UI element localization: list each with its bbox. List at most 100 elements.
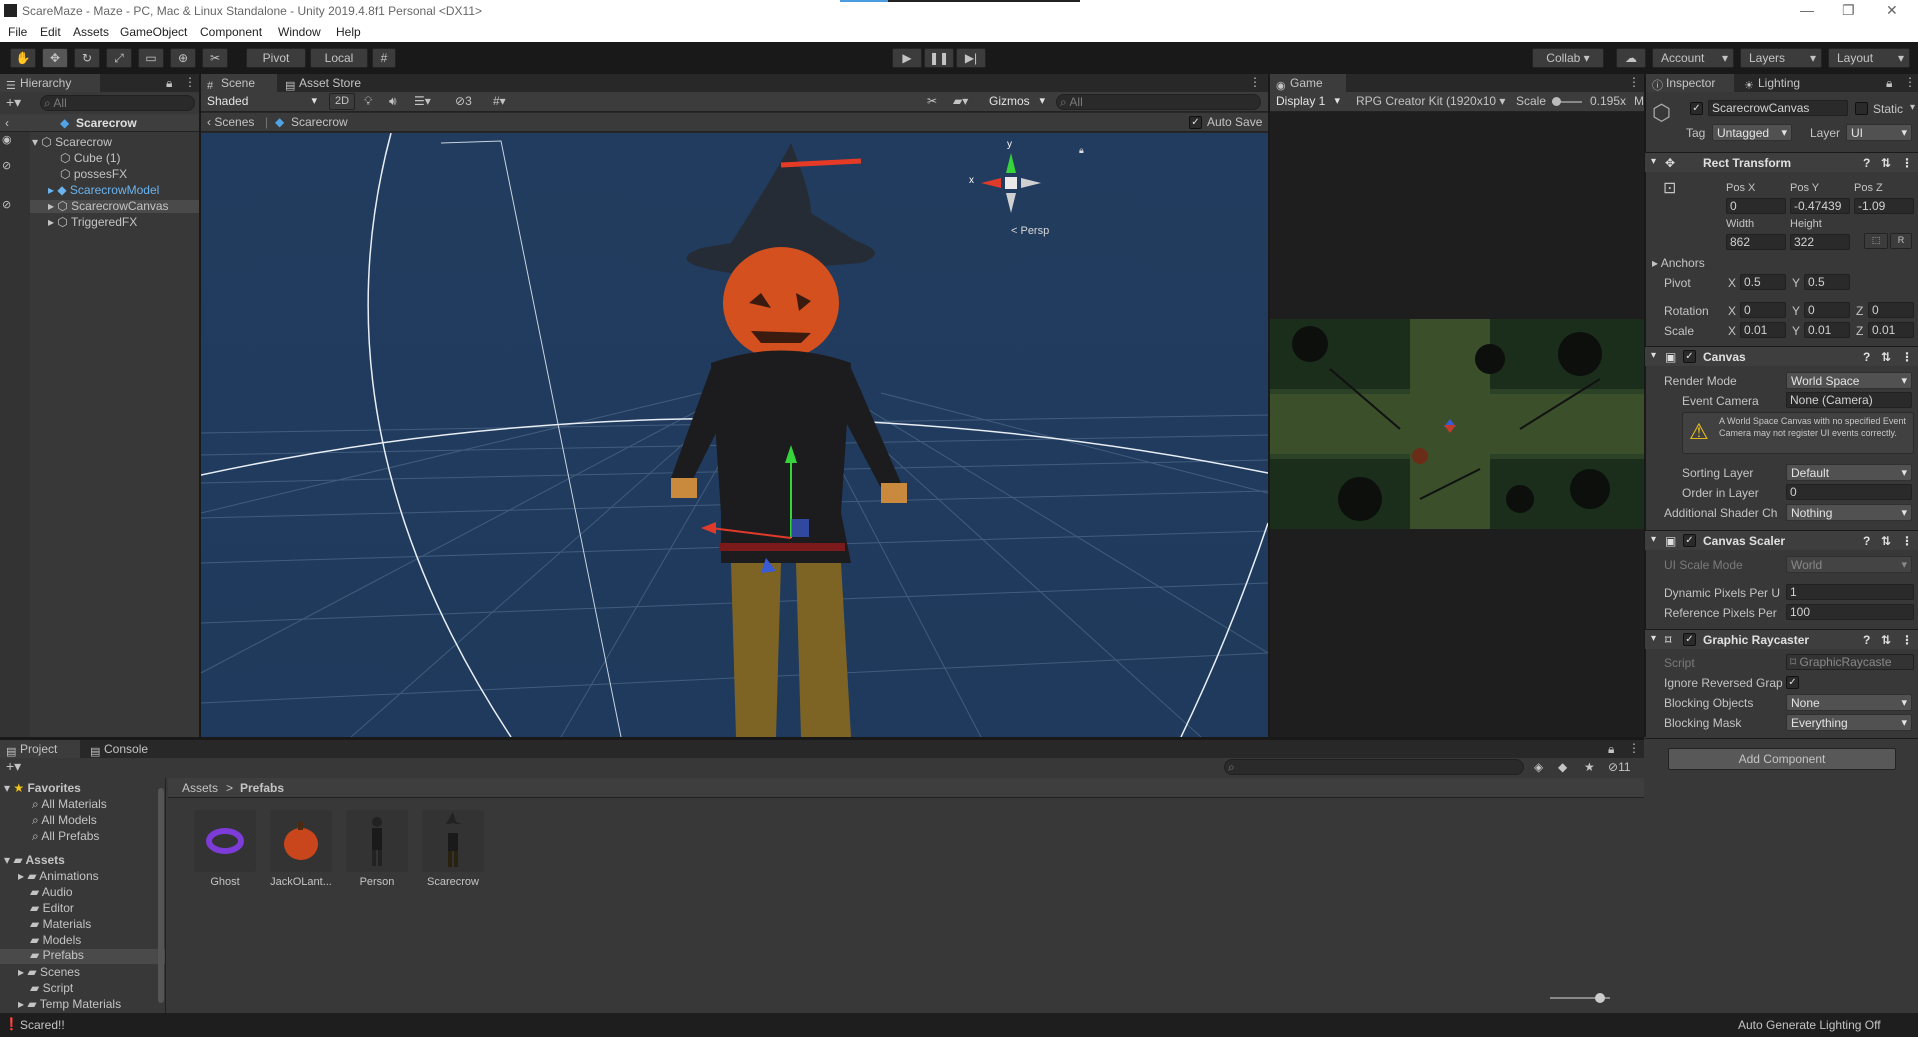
object-name-field[interactable]: ScarecrowCanvas xyxy=(1708,100,1848,116)
snap-icon[interactable]: # xyxy=(372,48,396,68)
search-by-type-icon[interactable]: ◈ xyxy=(1534,760,1543,774)
custom-tool-icon[interactable]: ✂ xyxy=(202,48,228,68)
add-component-button[interactable]: Add Component xyxy=(1668,748,1896,770)
pos-y-field[interactable]: -0.47439 xyxy=(1790,198,1850,214)
assets-header[interactable]: ▾ ▰ Assets xyxy=(4,854,65,867)
asset-item[interactable]: Ghost xyxy=(194,810,256,888)
dynamic-pixels-field[interactable]: 1 xyxy=(1786,584,1914,600)
folder-item[interactable]: ▰ Materials xyxy=(30,918,91,931)
transform-tool-icon[interactable]: ⊕ xyxy=(170,48,196,68)
menu-component[interactable]: Component xyxy=(200,25,262,39)
preset-icon[interactable]: ⇅ xyxy=(1881,350,1891,364)
rotation-x-field[interactable]: 0 xyxy=(1740,302,1786,318)
tab-console[interactable]: ▤ Console xyxy=(84,740,168,758)
move-tool-icon[interactable]: ✥ xyxy=(42,48,68,68)
favorite-item[interactable]: ⌕ All Models xyxy=(32,814,97,827)
search-by-label-icon[interactable]: ◆ xyxy=(1558,760,1567,774)
rotation-y-field[interactable]: 0 xyxy=(1804,302,1850,318)
account-dropdown[interactable]: Account ▾ xyxy=(1652,48,1734,68)
shading-dropdown[interactable]: Shaded xyxy=(203,93,321,110)
add-asset-icon[interactable]: +▾ xyxy=(6,758,21,775)
tab-project[interactable]: ▤ Project xyxy=(0,740,80,758)
sorting-layer-dropdown[interactable]: Default xyxy=(1786,464,1912,481)
menu-edit[interactable]: Edit xyxy=(40,25,61,39)
gizmos-dropdown[interactable]: Gizmos xyxy=(985,93,1049,110)
lock-icon[interactable]: 🔒︎ xyxy=(1608,742,1614,757)
asset-item[interactable]: Person xyxy=(346,810,408,888)
hidden-packages-icon[interactable]: ⊘11 xyxy=(1608,760,1631,774)
reference-pixels-field[interactable]: 100 xyxy=(1786,604,1914,620)
display-dropdown[interactable]: Display 1 xyxy=(1272,93,1344,110)
audio-icon[interactable]: 🔊︎ xyxy=(389,94,397,109)
tree-item[interactable]: ⬡ Cube (1) xyxy=(60,152,199,165)
hidden-objects-icon[interactable]: ⊘3 xyxy=(455,94,472,108)
raycaster-enabled-checkbox[interactable]: ✓ xyxy=(1683,633,1696,646)
preset-icon[interactable]: ⇅ xyxy=(1881,534,1891,548)
favorites-header[interactable]: ▾ ★ Favorites xyxy=(4,782,81,795)
anchors-row[interactable]: ▸ Anchors xyxy=(1652,256,1705,270)
folder-item[interactable]: ▸ ▰ Scenes xyxy=(18,966,80,979)
thumbnail-size-handle[interactable] xyxy=(1595,993,1605,1003)
layer-dropdown[interactable]: UI xyxy=(1846,124,1912,141)
scale-y-field[interactable]: 0.01 xyxy=(1804,322,1850,338)
scale-z-field[interactable]: 0.01 xyxy=(1868,322,1914,338)
maximize-icon[interactable]: ❐ xyxy=(1842,2,1855,19)
tools-icon[interactable]: ✂ xyxy=(927,94,937,108)
folder-item[interactable]: ▰ Audio xyxy=(30,886,73,899)
breadcrumb-assets[interactable]: Assets xyxy=(182,781,218,795)
more-icon[interactable]: ⋮ xyxy=(1904,75,1916,89)
tab-game[interactable]: ◉ Game xyxy=(1270,74,1346,92)
raw-edit-button[interactable]: R xyxy=(1890,233,1912,249)
folder-item[interactable]: ▰ Models xyxy=(30,934,81,947)
favorite-item[interactable]: ⌕ All Materials xyxy=(32,798,107,811)
eye-icon[interactable]: ◉ xyxy=(2,133,12,146)
scene-search-input[interactable]: ⌕ All xyxy=(1056,94,1261,110)
layers-dropdown[interactable]: Layers ▾ xyxy=(1740,48,1822,68)
scene-viewport[interactable]: y x 🔒︎ < Persp xyxy=(201,133,1268,737)
hidden-icon[interactable]: ⊘ xyxy=(2,198,11,211)
rotation-z-field[interactable]: 0 xyxy=(1868,302,1914,318)
layout-dropdown[interactable]: Layout ▾ xyxy=(1828,48,1910,68)
more-icon[interactable]: ⋮ xyxy=(1901,534,1913,548)
pivot-y-field[interactable]: 0.5 xyxy=(1804,274,1850,290)
canvas-header[interactable]: ▾ ▣ ✓ Canvas ? ⇅ ⋮ xyxy=(1645,346,1918,366)
static-checkbox[interactable] xyxy=(1855,102,1868,115)
menu-help[interactable]: Help xyxy=(336,25,361,39)
menu-file[interactable]: File xyxy=(8,25,27,39)
rotate-tool-icon[interactable]: ↻ xyxy=(74,48,100,68)
active-checkbox[interactable]: ✓ xyxy=(1690,102,1703,115)
menu-gameobject[interactable]: GameObject xyxy=(120,25,187,39)
ignore-reversed-checkbox[interactable]: ✓ xyxy=(1786,676,1799,689)
width-field[interactable]: 862 xyxy=(1726,234,1786,250)
tab-scene[interactable]: # Scene xyxy=(201,74,277,92)
2d-toggle[interactable]: 2D xyxy=(329,93,355,110)
folder-tree-scrollbar[interactable] xyxy=(158,788,164,1003)
help-icon[interactable]: ? xyxy=(1863,633,1870,647)
favorite-icon[interactable]: ★ xyxy=(1584,760,1595,774)
blocking-objects-dropdown[interactable]: None xyxy=(1786,694,1912,711)
asset-item[interactable]: JackOLant... xyxy=(270,810,332,888)
breadcrumb-prefabs[interactable]: Prefabs xyxy=(240,781,284,795)
orientation-gizmo[interactable]: y x xyxy=(969,139,1051,223)
light-icon[interactable]: 💡︎ xyxy=(364,94,372,109)
folder-item[interactable]: ▰ Editor xyxy=(30,902,74,915)
more-icon[interactable]: ⋮ xyxy=(1901,350,1913,364)
persp-label[interactable]: < Persp xyxy=(1011,225,1049,237)
minimize-icon[interactable]: — xyxy=(1800,2,1814,18)
help-icon[interactable]: ? xyxy=(1863,156,1870,170)
graphic-raycaster-header[interactable]: ▾ ⌑ ✓ Graphic Raycaster ? ⇅ ⋮ xyxy=(1645,629,1918,649)
breadcrumb-item[interactable]: Scarecrow xyxy=(291,115,348,129)
project-search-input[interactable]: ⌕ xyxy=(1224,759,1524,775)
canvas-scaler-enabled-checkbox[interactable]: ✓ xyxy=(1683,534,1696,547)
canvas-scaler-header[interactable]: ▾ ▣ ✓ Canvas Scaler ? ⇅ ⋮ xyxy=(1645,530,1918,550)
menu-assets[interactable]: Assets xyxy=(73,25,109,39)
lighting-status[interactable]: Auto Generate Lighting Off xyxy=(1738,1018,1881,1032)
more-icon[interactable]: ⋮ xyxy=(1249,75,1261,89)
tree-item[interactable]: ▸ ◆ ScarecrowModel xyxy=(48,184,199,197)
order-in-layer-field[interactable]: 0 xyxy=(1786,484,1912,500)
rect-tool-icon[interactable]: ▭ xyxy=(138,48,164,68)
menu-window[interactable]: Window xyxy=(278,25,321,39)
more-icon[interactable]: ⋮ xyxy=(184,75,196,89)
close-icon[interactable]: ✕ xyxy=(1886,2,1898,19)
asset-item[interactable]: Scarecrow xyxy=(422,810,484,888)
